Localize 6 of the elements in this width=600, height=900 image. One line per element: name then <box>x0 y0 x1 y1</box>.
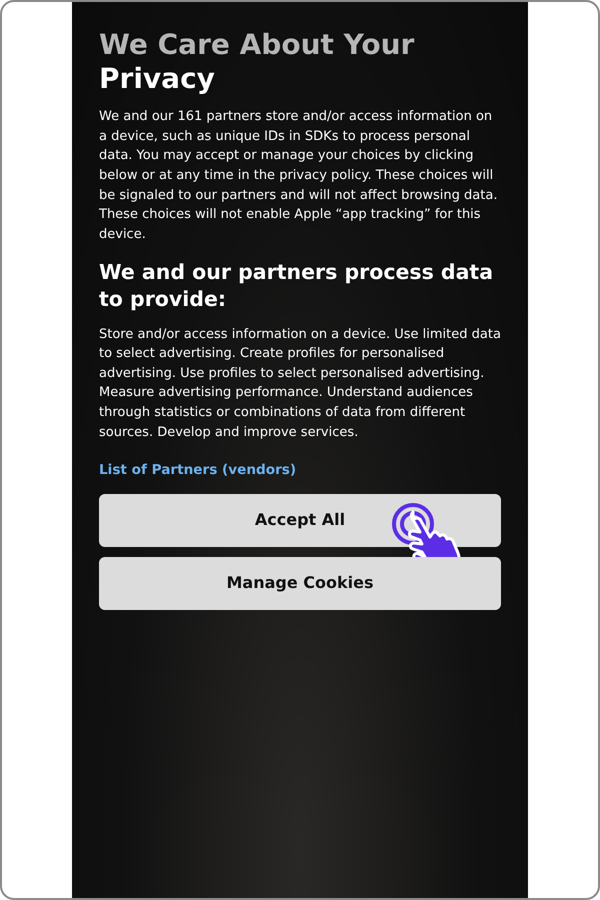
partners-link[interactable]: List of Partners (vendors) <box>99 460 296 481</box>
accept-all-button[interactable]: Accept All <box>99 494 501 547</box>
intro-paragraph: We and our 161 partners store and/or access information on a device, such as unique IDs in SDKs to process personal data. You may accept or manage your choices by clicking below or at any time in the privacy policy. These choices will be signaled to our partners and will not affect browsing data. These choices will not enable Apple “app tracking” for this device. <box>99 108 498 244</box>
manage-cookies-button[interactable]: Manage Cookies <box>99 556 501 610</box>
section-heading: We and our partners process data to provide: <box>99 259 494 313</box>
purposes-paragraph: Store and/or access information on a device. Use limited data to select advertising. Create profiles for personalised advertising. Use profiles to select personalised advertising. Measure advertising performance. Understand audiences through statistics or combinations of data from different sources. Develop and improve services. <box>99 326 501 442</box>
